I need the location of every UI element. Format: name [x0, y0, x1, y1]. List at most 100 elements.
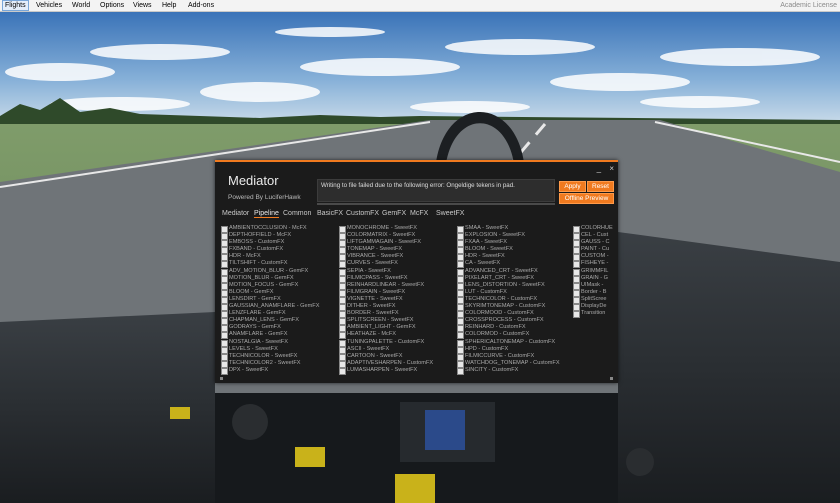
tab-gemfx[interactable]: GemFX [382, 210, 406, 217]
effect-checkbox[interactable] [573, 311, 580, 319]
effect-item[interactable]: CUSTOM - [573, 253, 613, 262]
effect-item[interactable]: HEATHAZE - McFX [339, 331, 433, 340]
effect-item[interactable]: ASCII - SweetFX [339, 346, 433, 354]
tab-customfx[interactable]: CustomFX [346, 210, 379, 217]
menu-addons[interactable]: Add-ons [186, 1, 216, 10]
effect-item[interactable]: GODRAYS - GemFX [221, 324, 319, 333]
effect-checkbox[interactable] [457, 367, 464, 375]
effect-item[interactable]: LENZFLARE - GemFX [221, 310, 319, 319]
effect-item[interactable]: CA - SweetFX [457, 260, 560, 269]
effect-item[interactable]: SPLITSCREEN - SweetFX [339, 317, 433, 326]
effect-item[interactable]: LUT - CustomFX [457, 289, 560, 297]
effect-item[interactable]: SKYRIMTONEMAP - CustomFX [457, 303, 560, 312]
effect-item[interactable]: LENS_DISTORTION - SweetFX [457, 282, 560, 290]
tab-sweetfx[interactable]: SweetFX [436, 210, 464, 217]
menu-views[interactable]: Views [131, 1, 154, 10]
effect-item[interactable]: EMBOSS - CustomFX [221, 239, 319, 248]
effect-item[interactable]: SEPIA - SweetFX [339, 268, 433, 276]
effect-item[interactable]: FXAA - SweetFX [457, 239, 560, 248]
offline-preview-button[interactable]: Offline Preview [559, 193, 614, 204]
scroll-right-arrow[interactable] [610, 377, 613, 380]
effect-item[interactable]: DEPTHOFFIELD - McFX [221, 232, 319, 241]
effect-item[interactable]: ADV_MOTION_BLUR - GemFX [221, 268, 319, 276]
effect-item[interactable]: FISHEYE - [573, 260, 613, 269]
effect-item[interactable]: SPHERICALTONEMAP - CustomFX [457, 339, 560, 347]
effect-item[interactable]: Transition [573, 310, 613, 319]
effect-item[interactable]: SINCITY - CustomFX [457, 367, 560, 375]
effect-item[interactable]: COLORMOD - CustomFX [457, 331, 560, 340]
minimize-button[interactable]: _ [597, 164, 601, 173]
effect-item[interactable]: BORDER - SweetFX [339, 310, 433, 319]
effect-item[interactable]: REINHARD - CustomFX [457, 324, 560, 333]
effect-item[interactable]: FILMICPASS - SweetFX [339, 275, 433, 283]
effect-item[interactable]: HPD - CustomFX [457, 346, 560, 354]
effect-item[interactable]: CURVES - SweetFX [339, 260, 433, 269]
effect-item[interactable]: SplitScree [573, 296, 613, 304]
effect-item[interactable]: BLOOM - GemFX [221, 289, 319, 297]
reset-button[interactable]: Reset [587, 181, 614, 192]
effect-item[interactable]: LIFTGAMMAGAIN - SweetFX [339, 239, 433, 248]
effect-item[interactable]: DITHER - SweetFX [339, 303, 433, 312]
effect-checkbox[interactable] [221, 367, 228, 375]
effect-item[interactable]: COLORMOOD - CustomFX [457, 310, 560, 319]
menu-flights[interactable]: Flights [2, 0, 29, 11]
apply-button[interactable]: Apply [559, 181, 586, 192]
effect-item[interactable]: HDR - SweetFX [457, 253, 560, 262]
effect-item[interactable]: FILMGRAIN - SweetFX [339, 289, 433, 297]
effect-item[interactable]: LEVELS - SweetFX [221, 346, 319, 354]
effect-item[interactable]: UIMask - [573, 282, 613, 290]
close-button[interactable]: × [609, 164, 614, 173]
effect-item[interactable]: GAUSSIAN_ANAMFLARE - GemFX [221, 303, 319, 312]
effect-item[interactable]: BLOOM - SweetFX [457, 246, 560, 255]
menu-help[interactable]: Help [160, 1, 178, 10]
effect-item[interactable]: COLORMATRIX - SweetFX [339, 232, 433, 241]
tab-mediator[interactable]: Mediator [222, 210, 249, 217]
tab-common[interactable]: Common [283, 210, 311, 217]
effect-item[interactable]: TILTSHIFT - CustomFX [221, 260, 319, 269]
effect-item[interactable]: WATCHDOG_TONEMAP - CustomFX [457, 360, 560, 368]
scroll-left-arrow[interactable] [220, 377, 223, 380]
effect-item[interactable]: CEL - Cust [573, 232, 613, 241]
effect-item[interactable]: COLORHUE [573, 225, 613, 233]
effect-item[interactable]: CROSSPROCESS - CustomFX [457, 317, 560, 326]
effect-item[interactable]: GRAIN - G [573, 275, 613, 283]
effect-item[interactable]: TONEMAP - SweetFX [339, 246, 433, 255]
effect-item[interactable]: VIBRANCE - SweetFX [339, 253, 433, 262]
effect-item[interactable]: HDR - McFX [221, 253, 319, 262]
effect-item[interactable]: AMBIENTOCCLUSION - McFX [221, 225, 319, 233]
effect-checkbox[interactable] [339, 367, 346, 375]
effect-item[interactable]: ANAMFLARE - GemFX [221, 331, 319, 340]
effect-item[interactable]: MOTION_FOCUS - GemFX [221, 282, 319, 290]
effect-item[interactable]: FILMICCURVE - CustomFX [457, 353, 560, 361]
effect-item[interactable]: FXBAND - CustomFX [221, 246, 319, 255]
effect-item[interactable]: VIGNETTE - SweetFX [339, 296, 433, 304]
effect-item[interactable]: LUMASHARPEN - SweetFX [339, 367, 433, 375]
effect-item[interactable]: PIXELART_CRT - SweetFX [457, 275, 560, 283]
effect-item[interactable]: LENSDIRT - GemFX [221, 296, 319, 304]
effect-item[interactable]: TECHNICOLOR - SweetFX [221, 353, 319, 361]
effect-item[interactable]: DPX - SweetFX [221, 367, 319, 375]
tab-basicfx[interactable]: BasicFX [317, 210, 343, 217]
effect-item[interactable]: TECHNICOLOR2 - SweetFX [221, 360, 319, 368]
effect-item[interactable]: AMBIENT_LIGHT - GemFX [339, 324, 433, 333]
effect-item[interactable]: TECHNICOLOR - CustomFX [457, 296, 560, 304]
effect-item[interactable]: NOSTALGIA - SweetFX [221, 339, 319, 347]
effect-item[interactable]: EXPLOSION - SweetFX [457, 232, 560, 241]
effect-item[interactable]: REINHARDLINEAR - SweetFX [339, 282, 433, 290]
effect-item[interactable]: GRIMMFIL [573, 268, 613, 276]
effect-item[interactable]: ADAPTIVESHARPEN - CustomFX [339, 360, 433, 368]
effect-item[interactable]: GAUSS - C [573, 239, 613, 248]
tab-pipeline[interactable]: Pipeline [254, 210, 279, 218]
menu-options[interactable]: Options [98, 1, 126, 10]
effect-item[interactable]: MOTION_BLUR - GemFX [221, 275, 319, 283]
effect-item[interactable]: DisplayDe [573, 303, 613, 312]
effect-item[interactable]: SMAA - SweetFX [457, 225, 560, 233]
menu-vehicles[interactable]: Vehicles [34, 1, 64, 10]
effect-item[interactable]: TUNINGPALETTE - CustomFX [339, 339, 433, 347]
effect-item[interactable]: MONOCHROME - SweetFX [339, 225, 433, 233]
effect-item[interactable]: ADVANCED_CRT - SweetFX [457, 268, 560, 276]
effect-item[interactable]: CARTOON - SweetFX [339, 353, 433, 361]
effect-item[interactable]: Border - B [573, 289, 613, 297]
effect-item[interactable]: PAINT - Cu [573, 246, 613, 255]
menu-world[interactable]: World [70, 1, 92, 10]
